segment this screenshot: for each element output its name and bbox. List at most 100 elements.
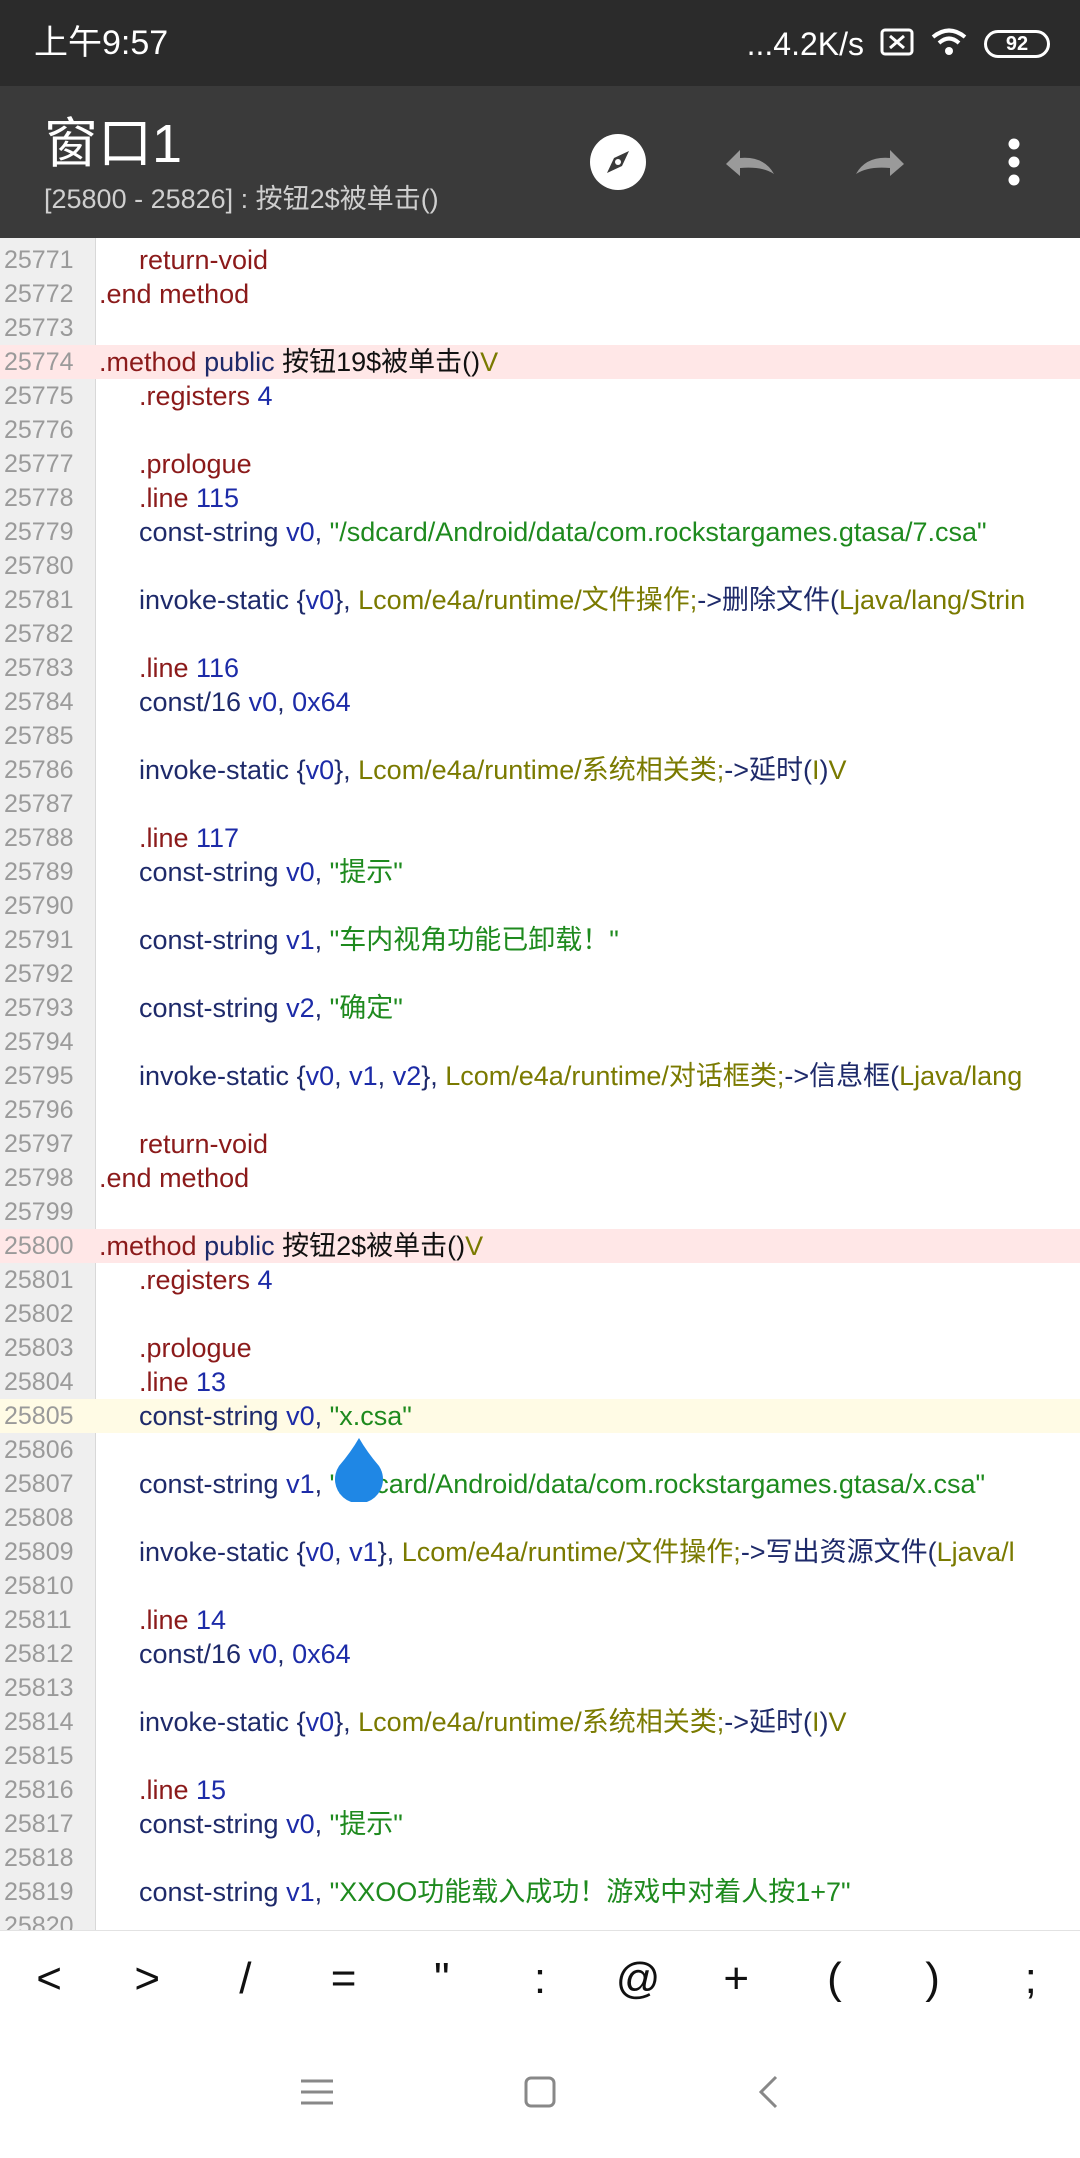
code-line[interactable]: 25808 bbox=[0, 1501, 1080, 1535]
code-token: v1 bbox=[349, 1061, 378, 1091]
code-line[interactable]: 25803 .prologue bbox=[0, 1331, 1080, 1365]
line-number: 25815 bbox=[4, 1742, 74, 1770]
code-line[interactable]: 25813 bbox=[0, 1671, 1080, 1705]
code-line[interactable]: 25812 const/16 v0, 0x64 bbox=[0, 1637, 1080, 1671]
code-line[interactable]: 25794 bbox=[0, 1025, 1080, 1059]
symbol-key[interactable]: + bbox=[696, 1931, 776, 2027]
symbol-key[interactable]: / bbox=[205, 1931, 285, 2027]
code-line[interactable]: 25814 invoke-static {v0}, Lcom/e4a/runtim… bbox=[0, 1705, 1080, 1739]
code-token: .line bbox=[139, 1367, 189, 1397]
code-token: ) bbox=[819, 755, 829, 785]
line-number: 25784 bbox=[4, 688, 74, 716]
code-line[interactable]: 25778 .line 115 bbox=[0, 481, 1080, 515]
redo-icon[interactable] bbox=[848, 130, 912, 194]
text-cursor-handle[interactable] bbox=[333, 1436, 385, 1504]
code-token: public bbox=[196, 347, 275, 377]
code-line[interactable]: 25782 bbox=[0, 617, 1080, 651]
symbol-key[interactable]: @ bbox=[598, 1931, 678, 2027]
code-line[interactable]: 25784 const/16 v0, 0x64 bbox=[0, 685, 1080, 719]
symbol-key[interactable]: > bbox=[107, 1931, 187, 2027]
code-text: return-void bbox=[99, 1127, 268, 1161]
code-line[interactable]: 25793 const-string v2, "确定" bbox=[0, 991, 1080, 1025]
code-line[interactable]: 25789 const-string v0, "提示" bbox=[0, 855, 1080, 889]
code-line[interactable]: 25820 bbox=[0, 1909, 1080, 1930]
code-line[interactable]: 25797 return-void bbox=[0, 1127, 1080, 1161]
code-line[interactable]: 25774 .method public 按钮19$被单击()V bbox=[0, 345, 1080, 379]
code-line[interactable]: 25775 .registers 4 bbox=[0, 379, 1080, 413]
home-square-icon[interactable] bbox=[505, 2057, 575, 2127]
code-line[interactable]: 25799 bbox=[0, 1195, 1080, 1229]
code-line[interactable]: 25804 .line 13 bbox=[0, 1365, 1080, 1399]
symbol-key[interactable]: ( bbox=[794, 1931, 874, 2027]
code-line[interactable]: 25772 .end method bbox=[0, 277, 1080, 311]
code-line[interactable]: 25802 bbox=[0, 1297, 1080, 1331]
code-line[interactable]: 25810 bbox=[0, 1569, 1080, 1603]
symbol-key[interactable]: " bbox=[402, 1931, 482, 2027]
code-line[interactable]: 25811 .line 14 bbox=[0, 1603, 1080, 1637]
navigation-bar bbox=[0, 2027, 1080, 2158]
code-token: 115 bbox=[188, 483, 240, 513]
code-token: "/sdcard/Android/data/com.rockstargames.… bbox=[329, 1469, 986, 1499]
code-token: , bbox=[314, 857, 330, 887]
line-number: 25799 bbox=[4, 1198, 74, 1226]
code-line[interactable]: 25800 .method public 按钮2$被单击()V bbox=[0, 1229, 1080, 1263]
code-text: .prologue bbox=[99, 1331, 252, 1365]
compass-icon[interactable] bbox=[586, 130, 650, 194]
back-chevron-icon[interactable] bbox=[733, 2057, 803, 2127]
code-token: Ljava/lang bbox=[899, 1061, 1023, 1091]
code-line[interactable]: 25791 const-string v1, "车内视角功能已卸载！" bbox=[0, 923, 1080, 957]
code-line[interactable]: 25819 const-string v1, "XXOO功能载入成功！游戏中对着人… bbox=[0, 1875, 1080, 1909]
code-line[interactable]: 25801 .registers 4 bbox=[0, 1263, 1080, 1297]
code-line[interactable]: 25792 bbox=[0, 957, 1080, 991]
code-line[interactable]: 25795 invoke-static {v0, v1, v2}, Lcom/e4… bbox=[0, 1059, 1080, 1093]
code-line[interactable]: 25780 bbox=[0, 549, 1080, 583]
code-line[interactable]: 25809 invoke-static {v0, v1}, Lcom/e4a/ru… bbox=[0, 1535, 1080, 1569]
code-editor[interactable]: 25771 return-void 25772 .end method 25773 257… bbox=[0, 238, 1080, 1930]
code-line[interactable]: 25816 .line 15 bbox=[0, 1773, 1080, 1807]
code-line[interactable]: 25787 bbox=[0, 787, 1080, 821]
code-line[interactable]: 25806 bbox=[0, 1433, 1080, 1467]
code-line[interactable]: 25805 const-string v0, "x.csa" bbox=[0, 1399, 1080, 1433]
code-token: V bbox=[465, 1231, 484, 1261]
line-number: 25789 bbox=[4, 858, 74, 886]
code-line[interactable]: 25783 .line 116 bbox=[0, 651, 1080, 685]
line-number: 25820 bbox=[4, 1912, 74, 1930]
code-token: Lcom/e4a/runtime/系统相关类; bbox=[358, 1707, 725, 1737]
code-token: const-string bbox=[139, 993, 279, 1023]
code-line[interactable]: 25807 const-string v1, "/sdcard/Android/d… bbox=[0, 1467, 1080, 1501]
undo-icon[interactable] bbox=[718, 130, 782, 194]
code-token: v2 bbox=[278, 993, 315, 1023]
code-line[interactable]: 25771 return-void bbox=[0, 243, 1080, 277]
code-line[interactable]: 25777 .prologue bbox=[0, 447, 1080, 481]
code-line[interactable]: 25785 bbox=[0, 719, 1080, 753]
code-line[interactable]: 25773 bbox=[0, 311, 1080, 345]
line-number: 25798 bbox=[4, 1164, 74, 1192]
code-line[interactable]: 25796 bbox=[0, 1093, 1080, 1127]
line-number: 25772 bbox=[4, 280, 74, 308]
code-line[interactable]: 25788 .line 117 bbox=[0, 821, 1080, 855]
menu-icon[interactable] bbox=[282, 2057, 352, 2127]
code-token: }, bbox=[421, 1061, 446, 1091]
sim-off-icon bbox=[880, 28, 914, 60]
code-token: { bbox=[289, 1537, 306, 1567]
code-line[interactable]: 25818 bbox=[0, 1841, 1080, 1875]
code-token: v0 bbox=[305, 755, 335, 785]
symbol-key[interactable]: : bbox=[500, 1931, 580, 2027]
line-number: 25818 bbox=[4, 1844, 74, 1872]
code-token: ->延时( bbox=[724, 755, 813, 785]
code-line[interactable]: 25776 bbox=[0, 413, 1080, 447]
more-vert-icon[interactable] bbox=[982, 130, 1046, 194]
code-line[interactable]: 25798 .end method bbox=[0, 1161, 1080, 1195]
code-line[interactable]: 25781 invoke-static {v0}, Lcom/e4a/runtim… bbox=[0, 583, 1080, 617]
code-line[interactable]: 25790 bbox=[0, 889, 1080, 923]
symbol-key[interactable]: ) bbox=[893, 1931, 973, 2027]
line-number: 25774 bbox=[4, 348, 74, 376]
code-line[interactable]: 25786 invoke-static {v0}, Lcom/e4a/runtim… bbox=[0, 753, 1080, 787]
symbol-key[interactable]: < bbox=[9, 1931, 89, 2027]
code-token: invoke-static bbox=[139, 1707, 290, 1737]
code-line[interactable]: 25815 bbox=[0, 1739, 1080, 1773]
code-line[interactable]: 25779 const-string v0, "/sdcard/Android/d… bbox=[0, 515, 1080, 549]
code-line[interactable]: 25817 const-string v0, "提示" bbox=[0, 1807, 1080, 1841]
symbol-key[interactable]: ; bbox=[991, 1931, 1071, 2027]
symbol-key[interactable]: = bbox=[304, 1931, 384, 2027]
